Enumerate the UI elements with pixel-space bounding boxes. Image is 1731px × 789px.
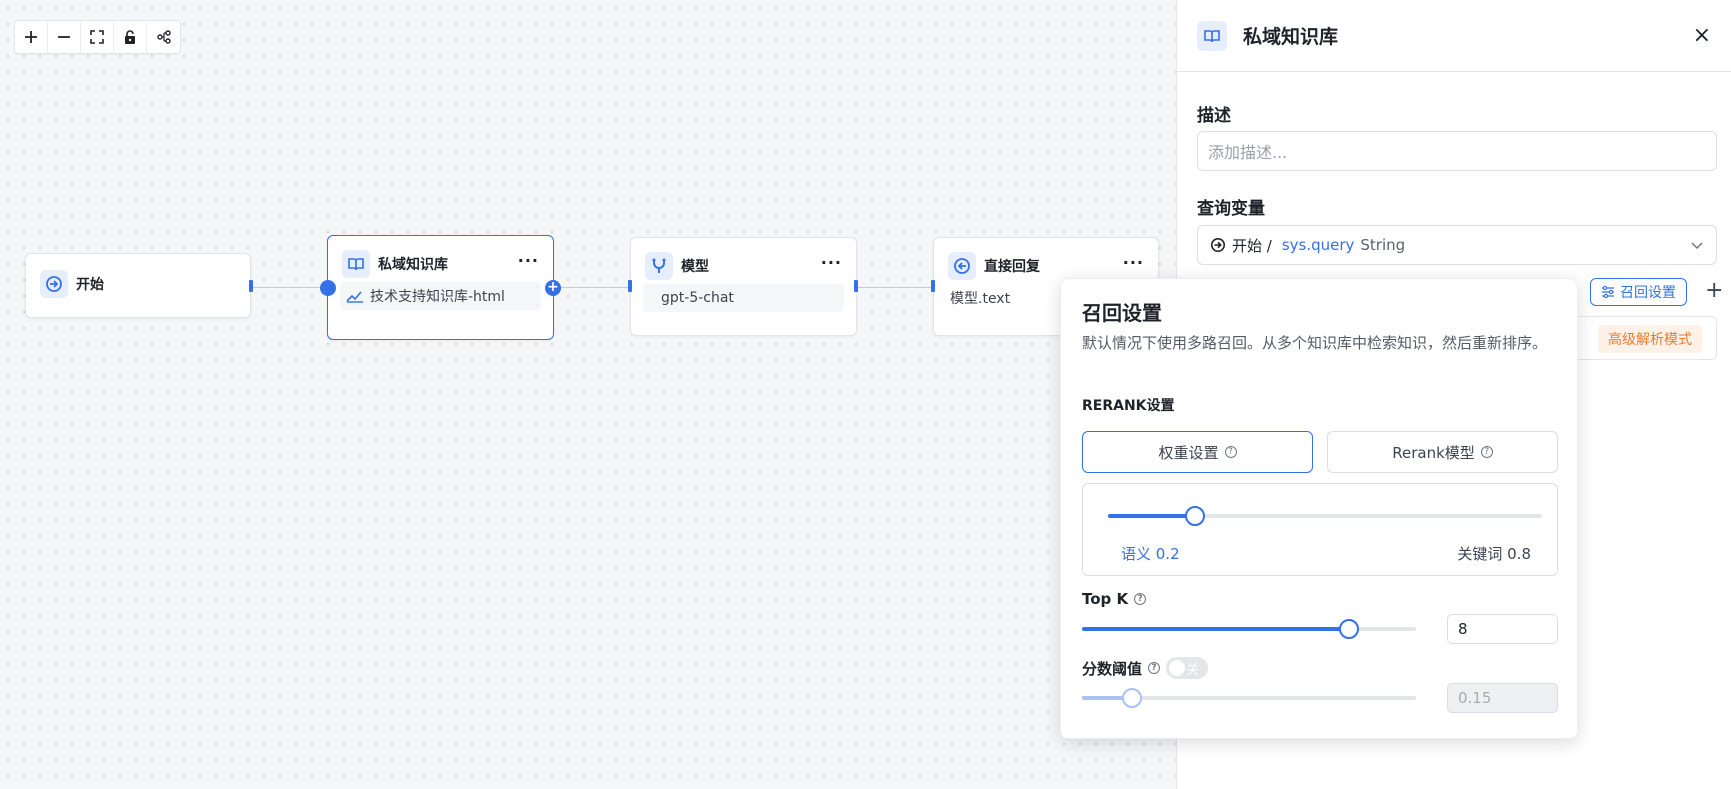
fit-view-button[interactable]	[81, 21, 114, 53]
help-icon[interactable]: ?	[1480, 446, 1493, 458]
book-icon	[1197, 20, 1227, 51]
recall-settings-label: 召回设置	[1620, 285, 1676, 301]
keyword-weight-label: 关键词 0.8	[1457, 545, 1531, 563]
workflow-canvas[interactable]: 开始 私域知识库 ··· 技术支持知识库-html + 模型 ··· gpt-5…	[0, 0, 1176, 789]
node-title: 私域知识库	[378, 257, 448, 273]
help-icon[interactable]: ?	[1134, 593, 1147, 605]
node-model[interactable]: 模型 ··· gpt-5-chat	[630, 237, 857, 336]
reply-icon	[948, 252, 976, 280]
dataset-icon	[346, 291, 363, 303]
edge-kb-model	[560, 287, 630, 288]
semantic-weight-label: 语义 0.2	[1121, 545, 1180, 563]
kb-input-port[interactable]	[320, 280, 336, 296]
start-icon	[1210, 237, 1226, 253]
help-icon[interactable]: ?	[1148, 662, 1161, 674]
lock-icon	[125, 30, 135, 44]
query-variable-select[interactable]: 开始 / sys.query String	[1197, 225, 1717, 265]
node-start[interactable]: 开始	[25, 253, 251, 318]
weight-slider-fill	[1108, 514, 1195, 518]
node-kb-item: 技术支持知识库-html	[340, 282, 541, 310]
topk-slider-thumb[interactable]	[1339, 619, 1359, 639]
tab-label: Rerank模型	[1392, 443, 1475, 462]
kb-name: 技术支持知识库-html	[370, 289, 505, 305]
tab-weight-settings[interactable]: 权重设置 ?	[1082, 431, 1313, 473]
recall-settings-popover: 召回设置 默认情况下使用多路召回。从多个知识库中检索知识，然后重新排序。 RER…	[1060, 278, 1578, 739]
topk-label: Top K	[1082, 590, 1129, 608]
node-more-button[interactable]: ···	[518, 253, 539, 272]
score-threshold-toggle[interactable]: 关	[1166, 657, 1209, 679]
kb-output-port-add[interactable]: +	[545, 280, 561, 296]
node-model-name: gpt-5-chat	[643, 284, 844, 312]
panel-title: 私域知识库	[1243, 26, 1339, 48]
query-var: sys.query	[1281, 236, 1355, 254]
start-icon	[40, 270, 68, 298]
query-variable-label: 查询变量	[1197, 199, 1265, 219]
node-more-button[interactable]: ···	[821, 255, 842, 274]
zoom-out-button[interactable]	[48, 21, 81, 53]
rerank-settings-label: RERANK设置	[1082, 398, 1175, 414]
description-label: 描述	[1197, 106, 1231, 126]
node-title: 模型	[681, 259, 709, 275]
lock-button[interactable]	[114, 21, 147, 53]
chevron-down-icon	[1691, 242, 1703, 250]
node-more-button[interactable]: ···	[1123, 255, 1144, 274]
tab-label: 权重设置	[1158, 443, 1219, 462]
popover-description: 默认情况下使用多路召回。从多个知识库中检索知识，然后重新排序。	[1082, 334, 1548, 352]
score-slider-thumb	[1122, 688, 1142, 708]
score-threshold-input: 0.15	[1447, 683, 1558, 713]
edge-model-reply	[858, 287, 932, 288]
help-icon[interactable]: ?	[1224, 446, 1237, 458]
popover-title: 召回设置	[1082, 301, 1162, 325]
description-input[interactable]: 添加描述...	[1197, 131, 1717, 171]
minus-icon	[58, 36, 70, 38]
node-knowledge-base[interactable]: 私域知识库 ··· 技术支持知识库-html	[327, 235, 554, 340]
model-icon	[645, 252, 673, 280]
panel-header: 私域知识库 ×	[1177, 0, 1731, 72]
layout-icon	[156, 30, 171, 44]
tab-rerank-model[interactable]: Rerank模型 ?	[1327, 431, 1558, 473]
score-threshold-label: 分数阈值	[1082, 659, 1143, 678]
sliders-icon	[1602, 285, 1614, 299]
plus-icon	[25, 31, 37, 43]
query-type: String	[1360, 236, 1406, 254]
topk-input[interactable]: 8	[1447, 614, 1558, 644]
start-output-port[interactable]	[249, 280, 253, 292]
node-title: 开始	[76, 277, 104, 293]
model-output-port[interactable]	[854, 280, 858, 292]
weight-slider-thumb[interactable]	[1185, 506, 1205, 526]
fullscreen-icon	[90, 30, 104, 44]
topk-slider-fill	[1082, 627, 1349, 631]
weight-slider-box: 语义 0.2 关键词 0.8	[1082, 483, 1558, 576]
recall-settings-button[interactable]: 召回设置	[1590, 278, 1687, 306]
node-title: 直接回复	[984, 259, 1040, 275]
model-input-port[interactable]	[628, 280, 632, 292]
add-knowledge-button[interactable]: +	[1705, 280, 1723, 302]
edge-start-kb	[252, 287, 328, 288]
advanced-parse-badge: 高级解析模式	[1598, 325, 1702, 353]
book-icon	[342, 250, 370, 278]
reply-input-port[interactable]	[931, 280, 935, 292]
auto-layout-button[interactable]	[147, 21, 180, 53]
topk-label-row: Top K ?	[1082, 590, 1147, 608]
score-label-row: 分数阈值 ? 关	[1082, 657, 1209, 679]
canvas-toolbar	[14, 20, 181, 54]
query-source: 开始 /	[1232, 236, 1272, 255]
close-icon[interactable]: ×	[1693, 23, 1711, 48]
zoom-in-button[interactable]	[15, 21, 48, 53]
